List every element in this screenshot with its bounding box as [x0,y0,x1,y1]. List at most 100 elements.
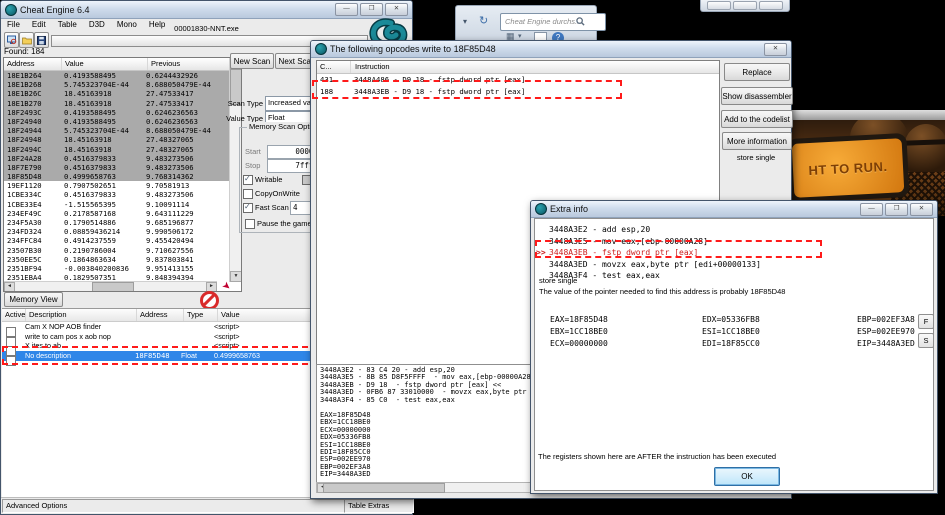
disasm-line: >> 3448A3EB - fstp dword ptr [eax] [536,247,761,259]
close-button[interactable]: ✕ [385,3,408,16]
scroll-down-arrow[interactable]: ▼ [230,271,242,282]
column-header-value[interactable]: Value [62,58,148,70]
select-process-button[interactable] [4,32,19,48]
opcodes-list-header[interactable]: C... Instruction [317,61,719,74]
active-checkbox[interactable] [6,327,16,337]
fast-scan-checkbox[interactable] [243,203,253,213]
register-value: EDX=05336FB8 [702,314,760,326]
scan-result-row[interactable]: 18F2494C 18.45163918 27.48327065 [4,145,241,154]
scan-result-row[interactable]: 234F5A30 0.1790514886 9.685196877 [4,218,241,227]
minimize-button[interactable]: — [335,3,358,16]
opcode-row[interactable]: 431 3448A486 - D9 18 - fstp dword ptr [e… [317,74,719,86]
floppy-disk-icon [37,36,46,45]
scan-result-row[interactable]: 18E1B268 5.745323704E-44 8.688050479E-44 [4,80,241,89]
scan-result-row[interactable]: 18F24940 0.4193588495 0.6246236563 [4,117,241,126]
copyonwrite-checkbox[interactable] [243,189,253,199]
column-header-previous[interactable]: Previous [148,58,241,70]
extra-info-window: Extra info — ❐ ✕ 3448A3E2 - add esp,20 3… [530,200,938,494]
scan-result-row[interactable]: 18F85D48 0.4999658763 9.768314362 [4,172,241,181]
close-button[interactable]: ✕ [910,203,933,216]
scan-result-row[interactable]: 23507B30 0.2190786004 9.710627556 [4,246,241,255]
scan-result-row[interactable]: 2350EE5C 0.1864863634 9.837803841 [4,255,241,264]
close-button[interactable]: ✕ [764,43,787,56]
scrollbar-thumb[interactable] [92,282,134,292]
main-titlebar[interactable]: Cheat Engine 6.4 — ❐ ✕ [1,1,412,19]
scan-results-header[interactable]: Address Value Previous [4,58,241,71]
scroll-left-arrow[interactable]: ◄ [4,282,15,292]
scan-result-row[interactable]: 18F24A28 0.4516379833 9.483273506 [4,154,241,163]
replace-button[interactable]: Replace [724,63,790,81]
table-extras-panel[interactable]: Table Extras [344,499,414,513]
browser-minimize-button[interactable] [707,1,731,10]
active-checkbox[interactable] [6,346,16,356]
new-scan-button[interactable]: New Scan [230,53,274,69]
writable-label: Writable [255,175,282,184]
opcodes-titlebar[interactable]: The following opcodes write to 18F85D48 … [311,41,791,58]
scan-result-row[interactable]: 18F2493C 0.4193588495 0.6246236563 [4,108,241,117]
scan-result-row[interactable]: 19EF1120 0.7907502651 9.70581913 [4,181,241,190]
scan-result-row[interactable]: 18F7E790 0.4516379833 9.483273506 [4,163,241,172]
scan-result-row[interactable]: 18F24948 18.45163918 27.48327065 [4,135,241,144]
magnifier-icon[interactable] [576,17,585,26]
scan-result-row[interactable]: 2351BF94 -0.003840200836 9.951413155 [4,264,241,273]
memory-view-button[interactable]: Memory View [4,292,63,307]
opcode-hint-label: store single [719,153,793,162]
scan-result-row[interactable]: 1CBE334C 0.4516379833 9.483273506 [4,190,241,199]
browser-window-controls [700,0,790,12]
open-table-button[interactable] [19,32,34,48]
show-disassembler-button[interactable]: Show disassembler [721,87,793,105]
column-header-type[interactable]: Type [184,309,218,321]
writable-checkbox[interactable] [243,175,253,185]
browser-toolbar: ▾ ↻ Cheat Engine durchs... ▦ ▾ ? [455,5,597,45]
stack-button[interactable]: S [918,333,934,348]
scan-result-row[interactable]: 234EF49C 0.2178587168 9.643111229 [4,209,241,218]
opcode-row[interactable]: 188 3448A3EB - D9 18 - fstp dword ptr [e… [317,86,719,98]
extra-info-titlebar[interactable]: Extra info — ❐ ✕ [531,201,937,218]
column-header-instruction[interactable]: Instruction [351,61,390,73]
maximize-button[interactable]: ❐ [360,3,383,16]
save-table-button[interactable] [34,32,49,48]
add-to-codelist-button[interactable]: Add to the codelist [721,110,793,128]
scan-result-row[interactable]: 18E1B26C 18.45163918 27.47533417 [4,89,241,98]
reload-icon[interactable]: ↻ [479,14,488,27]
chevron-down-icon[interactable]: ▾ [518,32,522,40]
scan-results-list[interactable]: Address Value Previous 18E1B264 0.419358… [3,57,242,292]
advanced-options-panel[interactable]: Advanced Options [2,499,348,513]
register-value: ESI=1CC18BE0 [702,326,760,338]
ok-button[interactable]: OK [714,467,780,486]
minimize-button[interactable]: — [860,203,883,216]
scan-result-row[interactable]: 234FD324 0.08859436214 9.990506172 [4,227,241,236]
pause-game-checkbox[interactable] [245,219,255,229]
attached-process-name: 00001830-NNT.exe [1,24,412,33]
column-header-address[interactable]: Address [137,309,184,321]
column-header-active[interactable]: Active [2,309,26,321]
more-information-button[interactable]: More information [722,132,792,150]
column-header-address[interactable]: Address [4,58,62,70]
scan-result-row[interactable]: 18F24944 5.745323704E-44 8.688050479E-44 [4,126,241,135]
entry-address [135,341,181,351]
browser-close-button[interactable] [759,1,783,10]
game-road-sign: HT TO RUN. [788,133,910,203]
browser-maximize-button[interactable] [733,1,757,10]
store-hint-label: store single [539,276,577,285]
column-header-description[interactable]: Description [26,309,137,321]
cheat-engine-logo-icon [315,43,327,55]
scan-result-row[interactable]: 18E1B264 0.4193588495 0.6244432926 [4,71,241,80]
maximize-button[interactable]: ❐ [885,203,908,216]
scan-result-row[interactable]: 234FFC84 0.4914237559 9.455420494 [4,236,241,245]
column-header-count[interactable]: C... [317,61,351,73]
scan-list-horizontal-scrollbar[interactable]: ◄ ► [4,281,217,291]
scrollbar-thumb[interactable] [323,483,445,493]
chevron-down-icon[interactable]: ▾ [463,17,467,26]
entry-description: No description [25,351,135,361]
entry-address [135,332,181,342]
register-value: EDI=18F85CC0 [702,338,760,350]
active-checkbox[interactable] [6,337,16,347]
float-button[interactable]: F [918,314,934,329]
scan-result-row[interactable]: 18E1B270 18.45163918 27.47533417 [4,99,241,108]
current-instruction-marker [536,259,549,271]
register-value: EBX=1CC18BE0 [550,326,608,338]
search-input[interactable]: Cheat Engine durchs... [500,13,606,31]
active-checkbox[interactable] [6,356,16,366]
scan-result-row[interactable]: 1CBE33E4 -1.515565395 9.10091114 [4,200,241,209]
